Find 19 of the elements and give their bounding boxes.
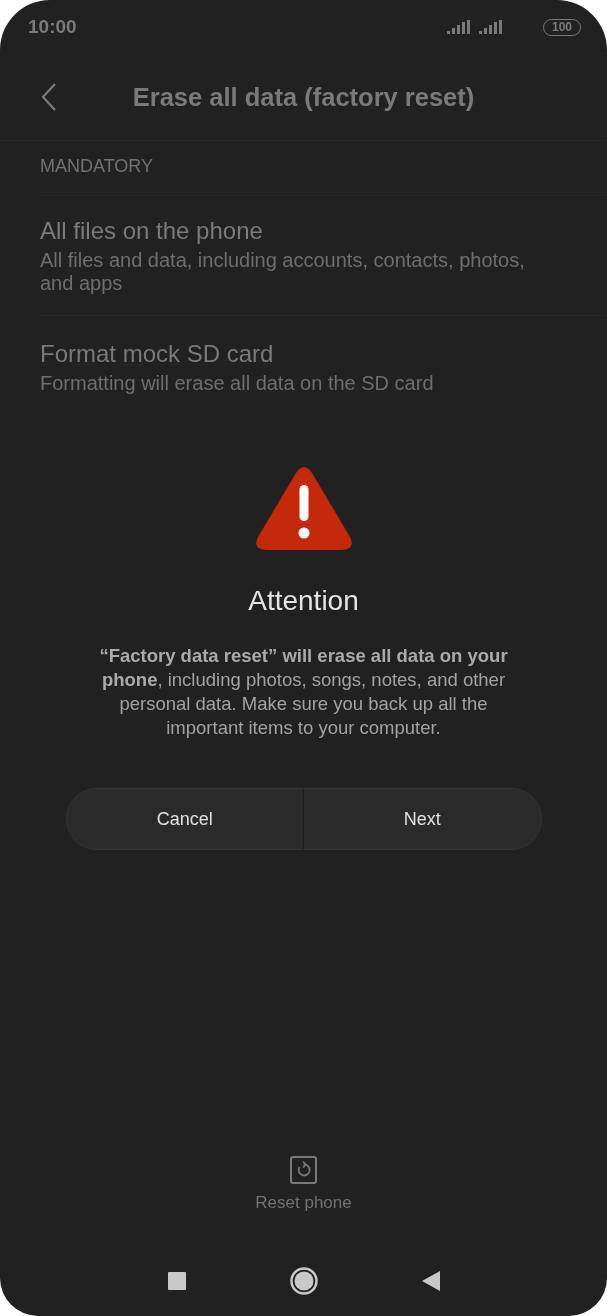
option-title: Format mock SD card: [40, 340, 275, 368]
signal-icon: [479, 20, 503, 34]
screen-title: Erase all data (factory reset): [132, 82, 475, 112]
refresh-icon[interactable]: [290, 1156, 317, 1184]
dialog-button[interactable]: Next: [303, 788, 542, 850]
dialog-title: Attention: [248, 585, 359, 617]
option-description: All files and data, including accounts, contacts, photos, and apps: [40, 249, 526, 295]
home-icon[interactable]: [289, 1267, 318, 1295]
status-time: 10:00: [28, 16, 77, 38]
section-label: MANDATORY: [40, 141, 607, 193]
dialog-button[interactable]: Cancel: [65, 788, 303, 850]
back-icon[interactable]: [421, 1271, 440, 1291]
reset-label: Reset phone: [255, 1193, 352, 1213]
option-title: All files on the phone: [40, 217, 264, 245]
signal-icon: [447, 20, 471, 34]
warning-icon: [254, 467, 353, 551]
option-description: Formatting will erase all data on the SD card: [40, 372, 435, 395]
square-icon[interactable]: [167, 1272, 186, 1290]
dialog-message: “Factory data reset” will erase all data on your phone, including photos, songs, notes, and other personal data. Make sure you back up all the important items to your computer.: [98, 644, 509, 740]
